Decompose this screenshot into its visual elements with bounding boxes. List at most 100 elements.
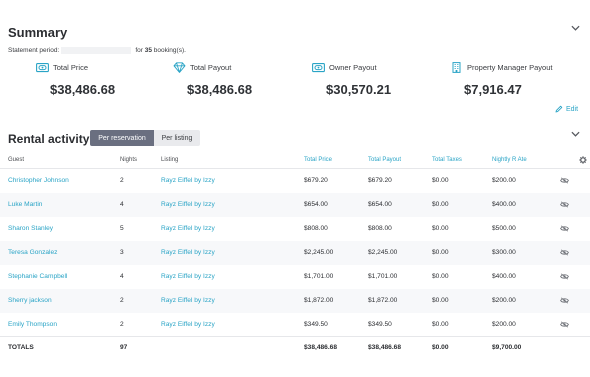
period-for: for bbox=[135, 47, 143, 55]
table-row[interactable]: Christopher Johnson 2 Rayz Eiffel by Izzy $… bbox=[0, 169, 590, 193]
nights-cell: 3 bbox=[120, 249, 124, 256]
rate-cell: $200.00 bbox=[492, 177, 516, 184]
building-icon bbox=[452, 62, 461, 73]
guest-link[interactable]: Sherry jackson bbox=[8, 297, 52, 304]
column-header-listing[interactable]: Listing bbox=[161, 157, 178, 163]
column-header-guest[interactable]: Guest bbox=[8, 157, 24, 163]
totals-label: TOTALS bbox=[8, 344, 34, 351]
card-label: Total Price bbox=[53, 63, 89, 72]
payout-cell: $679.20 bbox=[368, 177, 392, 184]
totals-nights: 97 bbox=[120, 344, 128, 351]
hide-eye-icon[interactable] bbox=[560, 177, 569, 184]
totals-price: $38,486.68 bbox=[304, 344, 338, 351]
price-cell: $1,701.00 bbox=[304, 273, 334, 280]
column-header-total-price[interactable]: Total Price bbox=[304, 157, 332, 163]
card-label: Total Payout bbox=[190, 63, 232, 72]
hide-eye-icon[interactable] bbox=[560, 321, 569, 328]
wallet-icon bbox=[312, 63, 325, 73]
nights-cell: 5 bbox=[120, 225, 124, 232]
price-cell: $654.00 bbox=[304, 201, 328, 208]
period-redacted bbox=[61, 47, 132, 54]
card-total-price: Total Price $38,486.68 bbox=[36, 60, 176, 104]
payout-cell: $2,245.00 bbox=[368, 249, 398, 256]
card-value: $38,486.68 bbox=[187, 82, 253, 97]
hide-eye-icon[interactable] bbox=[560, 297, 569, 304]
guest-link[interactable]: Teresa Gonzalez bbox=[8, 249, 57, 256]
card-value: $38,486.68 bbox=[50, 82, 116, 97]
hide-eye-icon[interactable] bbox=[560, 201, 569, 208]
taxes-cell: $0.00 bbox=[432, 249, 449, 256]
payout-cell: $349.50 bbox=[368, 321, 392, 328]
table-row[interactable]: Luke Martin 4 Rayz Eiffel by Izzy $654.00 $6… bbox=[0, 193, 590, 217]
table-row[interactable]: Stephanie Campbell 4 Rayz Eiffel by Izzy $1… bbox=[0, 265, 590, 289]
price-cell: $808.00 bbox=[304, 225, 328, 232]
rate-cell: $400.00 bbox=[492, 201, 516, 208]
card-property-manager-payout: Property Manager Payout $7,916.47 bbox=[450, 60, 590, 104]
table-row[interactable]: Emily Thompson 2 Rayz Eiffel by Izzy $349.5… bbox=[0, 313, 590, 337]
taxes-cell: $0.00 bbox=[432, 201, 449, 208]
guest-link[interactable]: Luke Martin bbox=[8, 201, 42, 208]
card-value: $7,916.47 bbox=[464, 82, 522, 97]
rate-cell: $200.00 bbox=[492, 297, 516, 304]
guest-link[interactable]: Christopher Johnson bbox=[8, 177, 69, 184]
listing-link[interactable]: Rayz Eiffel by Izzy bbox=[161, 297, 215, 304]
totals-rate: $9,700.00 bbox=[492, 344, 522, 351]
gear-icon[interactable] bbox=[579, 156, 587, 164]
listing-link[interactable]: Rayz Eiffel by Izzy bbox=[161, 225, 215, 232]
payout-cell: $654.00 bbox=[368, 201, 392, 208]
card-total-payout: Total Payout $38,486.68 bbox=[173, 60, 313, 104]
nights-cell: 4 bbox=[120, 273, 124, 280]
payout-cell: $1,701.00 bbox=[368, 273, 398, 280]
taxes-cell: $0.00 bbox=[432, 273, 449, 280]
nights-cell: 2 bbox=[120, 177, 124, 184]
card-label: Property Manager Payout bbox=[467, 63, 553, 72]
summary-title: Summary bbox=[8, 25, 68, 40]
guest-link[interactable]: Sharon Stanley bbox=[8, 225, 53, 232]
table-row[interactable]: Sharon Stanley 5 Rayz Eiffel by Izzy $808.0… bbox=[0, 217, 590, 241]
hide-eye-icon[interactable] bbox=[560, 225, 569, 232]
payout-cell: $1,872.00 bbox=[368, 297, 398, 304]
statement-period: Statement period: for 35 booking(s). bbox=[8, 47, 186, 54]
card-value: $30,570.21 bbox=[326, 82, 392, 97]
column-header-total-payout[interactable]: Total Payout bbox=[368, 157, 401, 163]
guest-link[interactable]: Stephanie Campbell bbox=[8, 273, 67, 280]
taxes-cell: $0.00 bbox=[432, 177, 449, 184]
nights-cell: 4 bbox=[120, 201, 124, 208]
bookings-count: 35 bbox=[144, 47, 152, 55]
period-label: Statement period: bbox=[8, 47, 60, 55]
taxes-cell: $0.00 bbox=[432, 321, 449, 328]
card-label: Owner Payout bbox=[329, 63, 377, 72]
column-header-total-taxes[interactable]: Total Taxes bbox=[432, 157, 462, 163]
summary-collapse-chevron-icon[interactable] bbox=[570, 23, 580, 33]
hide-eye-icon[interactable] bbox=[560, 273, 569, 280]
totals-taxes: $0.00 bbox=[432, 344, 449, 351]
tab-per-reservation[interactable]: Per reservation bbox=[90, 130, 154, 146]
table-row[interactable]: Teresa Gonzalez 3 Rayz Eiffel by Izzy $2,24… bbox=[0, 241, 590, 265]
wallet-icon bbox=[36, 63, 49, 73]
listing-link[interactable]: Rayz Eiffel by Izzy bbox=[161, 321, 215, 328]
totals-row: TOTALS 97 $38,486.68 $38,486.68 $0.00 $9… bbox=[0, 336, 590, 360]
edit-button[interactable]: Edit bbox=[555, 105, 578, 113]
price-cell: $2,245.00 bbox=[304, 249, 334, 256]
listing-link[interactable]: Rayz Eiffel by Izzy bbox=[161, 177, 215, 184]
rental-collapse-chevron-icon[interactable] bbox=[570, 129, 580, 139]
price-cell: $679.20 bbox=[304, 177, 328, 184]
diamond-icon bbox=[173, 62, 186, 73]
price-cell: $1,872.00 bbox=[304, 297, 334, 304]
tab-per-listing[interactable]: Per listing bbox=[154, 130, 200, 146]
listing-link[interactable]: Rayz Eiffel by Izzy bbox=[161, 201, 215, 208]
edit-label: Edit bbox=[566, 105, 579, 113]
column-header-nightly-rate[interactable]: Nightly R Ate bbox=[492, 157, 527, 163]
listing-link[interactable]: Rayz Eiffel by Izzy bbox=[161, 249, 215, 256]
bookings-suffix: booking(s). bbox=[153, 47, 186, 55]
price-cell: $349.50 bbox=[304, 321, 328, 328]
totals-payout: $38,486.68 bbox=[368, 344, 402, 351]
table-row[interactable]: Sherry jackson 2 Rayz Eiffel by Izzy $1,872… bbox=[0, 289, 590, 313]
rate-cell: $300.00 bbox=[492, 249, 516, 256]
hide-eye-icon[interactable] bbox=[560, 249, 569, 256]
column-header-nights[interactable]: Nights bbox=[120, 157, 137, 163]
taxes-cell: $0.00 bbox=[432, 225, 449, 232]
rate-cell: $400.00 bbox=[492, 273, 516, 280]
guest-link[interactable]: Emily Thompson bbox=[8, 321, 57, 328]
listing-link[interactable]: Rayz Eiffel by Izzy bbox=[161, 273, 215, 280]
